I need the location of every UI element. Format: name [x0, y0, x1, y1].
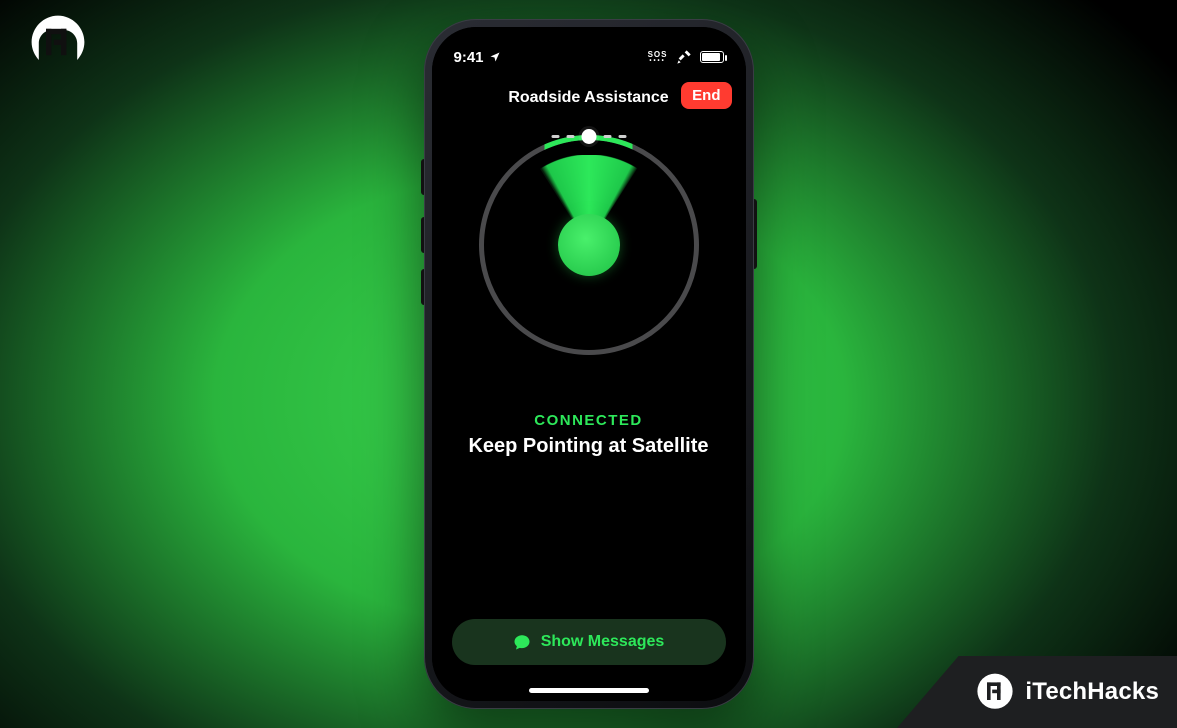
page-title: Roadside Assistance	[508, 89, 668, 107]
brand-name: iTechHacks	[1025, 678, 1159, 706]
status-bar-right: SOS ••••	[648, 49, 724, 65]
radar-center-dot-icon	[558, 214, 620, 276]
status-time: 9:41	[454, 49, 484, 66]
sos-dots-icon: ••••	[648, 58, 668, 64]
tick-icon	[603, 135, 611, 138]
satellite-radar	[432, 135, 746, 355]
location-arrow-icon	[489, 51, 501, 63]
connected-label: CONNECTED	[432, 412, 746, 429]
nav-bar: Roadside Assistance End	[432, 79, 746, 117]
brand-banner-bottom-right: iTechHacks	[897, 656, 1177, 728]
itechhacks-logo-icon	[28, 12, 88, 72]
status-bar-left: 9:41	[454, 49, 501, 66]
iphone-frame: 9:41 SOS •••• Roadside Assistance End	[424, 19, 754, 709]
satellite-icon	[676, 49, 692, 65]
tick-icon	[551, 135, 559, 138]
tick-icon	[618, 135, 626, 138]
satellite-position-dot-icon	[581, 129, 596, 144]
home-indicator	[529, 688, 649, 693]
connection-status: CONNECTED Keep Pointing at Satellite	[432, 412, 746, 458]
instruction-text: Keep Pointing at Satellite	[432, 435, 746, 458]
show-messages-label: Show Messages	[541, 633, 665, 651]
iphone-screen: 9:41 SOS •••• Roadside Assistance End	[432, 27, 746, 701]
status-bar: 9:41 SOS ••••	[432, 27, 746, 77]
brand-badge-top-left	[28, 12, 88, 72]
sos-indicator: SOS ••••	[648, 51, 668, 64]
heading-ticks	[551, 129, 626, 144]
tick-icon	[566, 135, 574, 138]
chat-bubble-icon	[513, 633, 531, 651]
itechhacks-logo-small-icon	[975, 672, 1015, 712]
radar-dial	[479, 135, 699, 355]
end-button[interactable]: End	[681, 82, 731, 109]
promo-stage: 9:41 SOS •••• Roadside Assistance End	[0, 0, 1177, 728]
battery-icon	[700, 51, 724, 63]
show-messages-button[interactable]: Show Messages	[452, 619, 726, 665]
